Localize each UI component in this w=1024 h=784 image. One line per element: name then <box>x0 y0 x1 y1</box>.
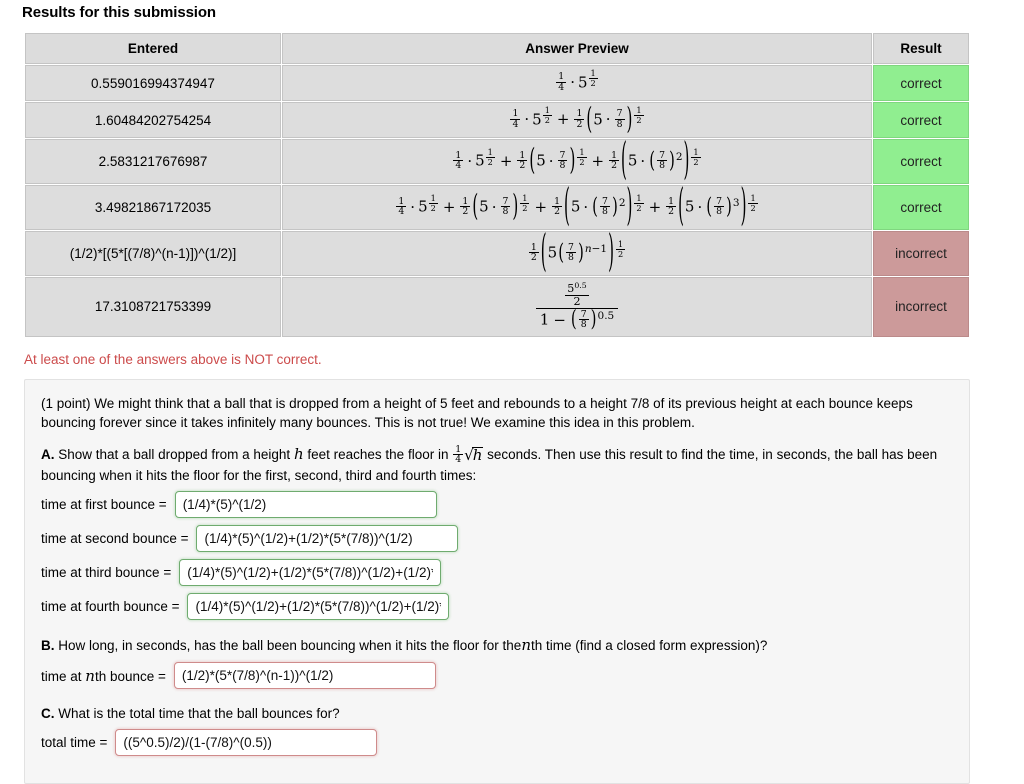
result-badge: correct <box>873 139 969 184</box>
part-b-label: B. <box>41 637 55 653</box>
entered-value: 1.60484202754254 <box>25 102 281 138</box>
problem-part-c: C. What is the total time that the ball … <box>41 704 953 723</box>
math-expression: 50.5 2 1−(7 8)0.5 <box>535 281 619 332</box>
part-a-label: A. <box>41 447 55 463</box>
entered-value: 3.49821867172035 <box>25 185 281 230</box>
answer-preview: 1 4 · 5 1 2 +1 2 (5 · 7 8) 1 2 +1 2 (5 ·(7 8)2) 1 2 <box>282 133 872 186</box>
input-first-bounce[interactable] <box>174 490 437 518</box>
part-a-text-1: Show that a ball dropped from a height <box>58 447 291 463</box>
problem-part-b: B. How long, in seconds, has the ball be… <box>41 635 953 656</box>
label-fourth-bounce: time at fourth bounce = <box>41 598 180 614</box>
results-table: Entered Answer Preview Result 0.55901699… <box>24 32 970 338</box>
math-expression: 1 4 · 5 1 2 +1 2 (5 · 7 8) 1 2 +1 2 (5 ·(7 8)2) 1 2 <box>453 133 701 186</box>
input-nth-bounce[interactable] <box>173 662 436 690</box>
result-badge: correct <box>873 185 969 230</box>
part-b-variable-n: n <box>521 635 531 654</box>
result-badge: correct <box>873 65 969 101</box>
label-nth-post: th bounce = <box>94 668 166 684</box>
answer-preview: 1 4 · 5 1 2 +1 2 (5 · 7 8) 1 2 +1 2 (5 ·(7 8)2) 1 2 +1 2 (5 ·(7 8… <box>282 179 872 232</box>
table-row: 17.3108721753399 50.5 2 1−(7 8)0.5 incorrec… <box>25 277 969 337</box>
math-expression: 1 4 · 5 1 2 +1 2 (5 · 7 8) 1 2 <box>510 100 644 137</box>
label-third-bounce: time at third bounce = <box>41 564 172 580</box>
entered-value: 17.3108721753399 <box>25 277 281 337</box>
entered-value: (1/2)*[(5*[(7/8)^(n-1)])^(1/2)] <box>25 231 281 276</box>
column-header-entered: Entered <box>25 33 281 64</box>
column-header-answer-preview: Answer Preview <box>282 33 872 64</box>
answer-preview: 1 4 · 5 1 2 +1 2 (5 · 7 8) 1 2 <box>282 102 872 138</box>
field-row-third-bounce: time at third bounce = <box>41 558 953 586</box>
part-a-text-2: feet reaches the floor in <box>307 447 449 463</box>
field-row-first-bounce: time at first bounce = <box>41 490 953 518</box>
result-badge: incorrect <box>873 231 969 276</box>
table-row: 1.60484202754254 1 4 · 5 1 2 +1 2 (5 · 7 8) 1 2 corre… <box>25 102 969 138</box>
part-b-text-2: th time (find a closed form expression)? <box>530 637 768 653</box>
entered-value: 0.559016994374947 <box>25 65 281 101</box>
entered-value: 2.5831217676987 <box>25 139 281 184</box>
table-row: (1/2)*[(5*[(7/8)^(n-1)])^(1/2)] 1 2 (5(7 8)… <box>25 225 969 278</box>
label-total-time: total time = <box>41 735 108 751</box>
part-c-label: C. <box>41 706 55 722</box>
field-row-fourth-bounce: time at fourth bounce = <box>41 592 953 620</box>
input-third-bounce[interactable] <box>179 558 442 586</box>
results-table-wrapper: Entered Answer Preview Result 0.55901699… <box>24 32 970 338</box>
input-fourth-bounce[interactable] <box>187 592 450 620</box>
table-header-row: Entered Answer Preview Result <box>25 33 969 64</box>
result-badge: incorrect <box>873 277 969 337</box>
error-message: At least one of the answers above is NOT… <box>24 351 322 367</box>
page-root: Results for this submission Entered Answ… <box>0 4 1024 784</box>
answer-preview: 50.5 2 1−(7 8)0.5 <box>282 277 872 337</box>
table-row: 0.559016994374947 1 4 · 5 1 2 correct <box>25 65 969 101</box>
math-expression: 1 4 · 5 1 2 <box>556 68 598 93</box>
answer-preview: 1 4 · 5 1 2 <box>282 65 872 101</box>
problem-panel: (1 point) We might think that a ball tha… <box>24 378 970 784</box>
field-row-second-bounce: time at second bounce = <box>41 524 953 552</box>
part-a-frac-num: 1 <box>455 443 462 455</box>
part-b-text-1: How long, in seconds, has the ball been … <box>58 637 522 653</box>
label-nth-variable: n <box>85 666 95 685</box>
field-row-total-time: total time = <box>41 729 953 757</box>
label-nth-pre: time at <box>41 668 82 684</box>
problem-intro: (1 point) We might think that a ball tha… <box>41 395 913 430</box>
answer-preview: 1 2 (5(7 8)n−1) 1 2 <box>282 225 872 278</box>
label-nth-bounce: time at nth bounce = <box>41 667 166 685</box>
part-a-frac-den: 4 <box>453 454 464 466</box>
math-expression: 1 4 · 5 1 2 +1 2 (5 · 7 8) 1 2 +1 2 (5 ·(7 8)2) 1 2 +1 2 (5 ·(7 8… <box>396 179 758 232</box>
input-total-time[interactable] <box>115 729 378 757</box>
math-expression: 1 2 (5(7 8)n−1) 1 2 <box>528 225 626 278</box>
table-row: 2.5831217676987 1 4 · 5 1 2 +1 2 (5 · 7 8) 1 2 +1 2 (5 ·(… <box>25 133 969 186</box>
result-badge: correct <box>873 102 969 138</box>
column-header-result: Result <box>873 33 969 64</box>
label-second-bounce: time at second bounce = <box>41 530 189 546</box>
problem-part-a: A. Show that a ball dropped from a heigh… <box>41 444 953 485</box>
sqrt-radicand: h <box>471 445 484 464</box>
label-first-bounce: time at first bounce = <box>41 496 167 512</box>
table-row: 3.49821867172035 1 4 · 5 1 2 +1 2 (5 · 7 8) 1 2 +1 2 (5 ·… <box>25 179 969 232</box>
input-second-bounce[interactable] <box>196 524 459 552</box>
part-c-text: What is the total time that the ball bou… <box>58 706 340 722</box>
field-row-nth-bounce: time at nth bounce = <box>41 662 953 690</box>
part-a-variable-h: h <box>293 445 304 464</box>
sqrt-icon: √h <box>464 445 484 464</box>
page-title: Results for this submission <box>22 4 216 21</box>
part-a-quarter-sqrt-h: 1 4 √h <box>452 443 484 466</box>
